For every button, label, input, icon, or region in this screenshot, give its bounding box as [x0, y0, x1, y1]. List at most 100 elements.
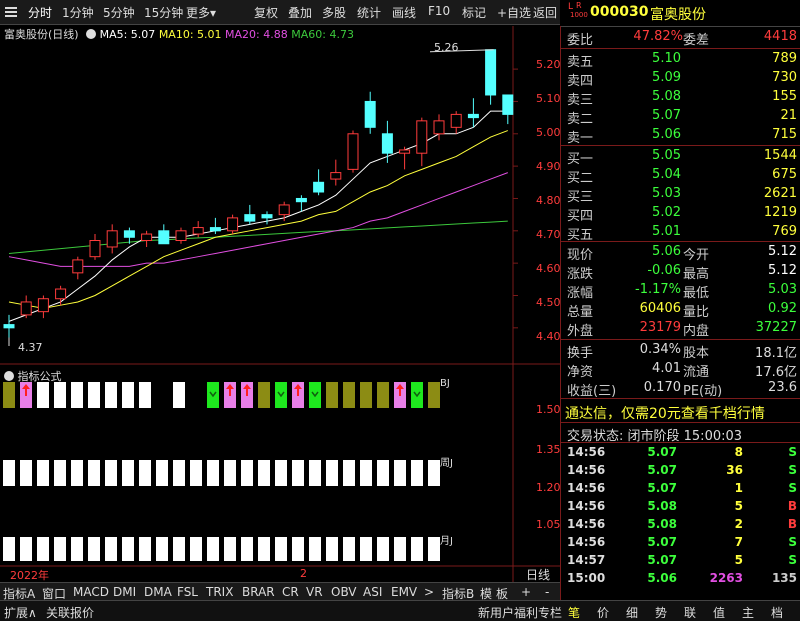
multi-stock-button[interactable]: 多股 [322, 4, 346, 21]
indicator-bar [54, 460, 66, 486]
tab-cr[interactable]: CR [282, 585, 299, 599]
indicator-tabbar: 指标A 窗口 MACD DMI DMA FSL TRIX BRAR CR VR … [0, 582, 560, 601]
indicator-title[interactable]: 指标公式 [4, 368, 62, 384]
indicator-bar [122, 382, 134, 408]
tab-next-arrow[interactable]: > [424, 585, 434, 599]
indicator-bar [3, 460, 15, 486]
restore-rights-button[interactable]: 复权 [254, 4, 278, 21]
tick-volume: 5 [734, 499, 743, 513]
sell-level-label: 卖五 [567, 55, 594, 70]
promo-banner[interactable]: 通达信，仅需20元查看千档行情 [561, 402, 800, 422]
right-tab[interactable]: 势 [655, 604, 667, 621]
kline-chart[interactable] [0, 26, 560, 582]
overlay-button[interactable]: 叠加 [288, 4, 312, 21]
candle-body [416, 120, 428, 154]
add-pane-button[interactable]: + [521, 585, 531, 599]
tick-direction: S [788, 553, 797, 567]
indicator-bar [343, 460, 355, 486]
add-watchlist-button[interactable]: +自选 [497, 4, 531, 21]
period-tab-15min[interactable]: 15分钟 [144, 4, 183, 21]
tab-brar[interactable]: BRAR [242, 585, 275, 599]
right-tab[interactable]: 档 [771, 604, 783, 621]
sell-level-volume: 715 [772, 127, 797, 142]
tab-emv[interactable]: EMV [391, 585, 417, 599]
sell-level-price: 5.08 [652, 89, 681, 104]
tab-obv[interactable]: OBV [331, 585, 357, 599]
tick-time: 14:56 [567, 499, 606, 513]
period-label[interactable]: 日线 [526, 566, 550, 583]
weibi-label: 委比 [567, 33, 594, 48]
tick-direction: B [787, 499, 797, 513]
remove-pane-button[interactable]: - [545, 585, 549, 599]
indicator-bar [343, 537, 355, 561]
divider [561, 422, 800, 423]
indicator-title-label: 指标公式 [17, 370, 62, 383]
indicator-bar [411, 460, 423, 486]
tick-price: 5.07 [647, 445, 677, 459]
stat2-label: 流通 [683, 365, 710, 380]
draw-line-button[interactable]: 画线 [392, 4, 416, 21]
buy-level-volume: 1544 [763, 148, 797, 163]
tab-trix[interactable]: TRIX [206, 585, 233, 599]
ma-line-ma20 [8, 172, 508, 267]
settings-dot-icon[interactable] [86, 29, 97, 39]
indicator-bar [71, 382, 83, 408]
chart-area[interactable]: 富奥股份(日线) MA5: 5.07 MA10: 5.01 MA20: 4.88… [0, 26, 561, 582]
buy-level-row: 买三 5.03 2621 [561, 185, 800, 205]
menu-icon[interactable] [4, 4, 20, 20]
candle-body [295, 197, 307, 203]
high-annotation: 5.26 [434, 41, 459, 54]
indicator-tick: 1.50 [536, 403, 561, 416]
indicator-bar [326, 460, 338, 486]
tab-dma[interactable]: DMA [144, 585, 172, 599]
stat2-value: 18.1亿 [755, 346, 797, 361]
indicator-bar [343, 382, 355, 408]
weicha-value: 4418 [763, 29, 797, 44]
tab-vr[interactable]: VR [306, 585, 323, 599]
right-tab[interactable]: 值 [713, 604, 725, 621]
right-tab[interactable]: 主 [742, 604, 754, 621]
f10-button[interactable]: F10 [428, 4, 450, 18]
buy-level-label: 买四 [567, 209, 594, 224]
candle-body [502, 94, 514, 115]
indicator-bar [258, 460, 270, 486]
stat-label: 外盘 [567, 324, 594, 339]
candle-body [244, 214, 256, 222]
period-tab-timeshare[interactable]: 分时 [28, 4, 52, 21]
back-button[interactable]: 返回 [533, 4, 557, 21]
tick-volume: 2263 [709, 571, 743, 585]
new-user-link[interactable]: 新用户福利专栏 [478, 604, 562, 621]
stat-value: 23179 [639, 320, 681, 335]
tab-macd[interactable]: MACD [73, 585, 109, 599]
tab-asi[interactable]: ASI [363, 585, 382, 599]
tick-time: 15:00 [567, 571, 606, 585]
indicator-bar [37, 382, 49, 408]
related-quote-button[interactable]: 关联报价 [46, 604, 94, 621]
mark-button[interactable]: 标记 [462, 4, 486, 21]
indicator-bar [326, 537, 338, 561]
period-tab-more[interactable]: 更多▾ [186, 4, 216, 21]
indicator-bar [241, 460, 253, 486]
indicator-bar [139, 537, 151, 561]
weibi-value: 47.82% [633, 29, 683, 44]
period-tab-5min[interactable]: 5分钟 [103, 4, 135, 21]
legend-ma10: MA10: 5.01 [158, 28, 222, 41]
indicator-bar [20, 460, 32, 486]
expand-button[interactable]: 扩展∧ [4, 604, 37, 621]
right-tab[interactable]: 笔 [568, 604, 580, 621]
trade-status-row: 交易状态: 闭市阶段 15:00:03 [561, 424, 800, 444]
tab-fsl[interactable]: FSL [177, 585, 198, 599]
tab-dmi[interactable]: DMI [113, 585, 136, 599]
statistics-button[interactable]: 统计 [357, 4, 381, 21]
stat-label: 总量 [567, 305, 594, 320]
right-tab[interactable]: 细 [626, 604, 638, 621]
price-tick: 4.90 [536, 160, 561, 173]
right-tab[interactable]: 联 [684, 604, 696, 621]
indicator-settings-icon[interactable] [4, 371, 14, 381]
stock-name: 富奥股份 [650, 7, 706, 23]
stat-value: 5.12 [768, 263, 797, 278]
right-tab[interactable]: 价 [597, 604, 609, 621]
tick-price: 5.07 [647, 463, 677, 477]
period-tab-1min[interactable]: 1分钟 [62, 4, 94, 21]
row-label-month: 月J [440, 536, 453, 547]
